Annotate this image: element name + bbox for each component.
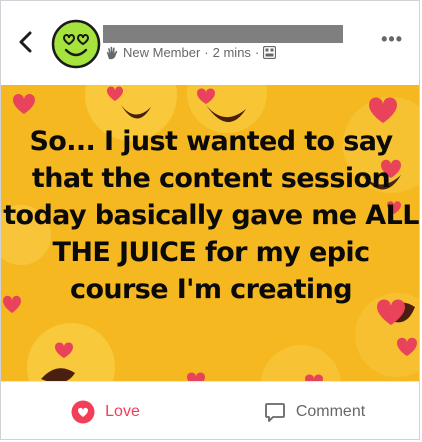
member-badge: New Member <box>123 45 201 60</box>
post-header: New Member · 2 mins · ••• <box>1 1 419 85</box>
meta-separator: · <box>204 45 209 60</box>
back-arrow-icon[interactable] <box>15 27 37 57</box>
heart-icon <box>71 400 95 424</box>
meta-separator-2: · <box>254 45 260 60</box>
avatar[interactable] <box>51 19 101 69</box>
comment-button[interactable]: Comment <box>210 382 419 439</box>
wave-hand-icon <box>106 46 118 59</box>
comment-bubble-icon <box>264 403 285 422</box>
post-text: So... I just wanted to say that the cont… <box>3 126 419 305</box>
author-name-redacted[interactable] <box>103 25 343 43</box>
action-bar: Love Comment <box>1 381 419 439</box>
group-icon[interactable] <box>263 46 277 59</box>
post-time[interactable]: 2 mins <box>213 45 251 60</box>
post-card: New Member · 2 mins · ••• So... I just w… <box>0 0 420 440</box>
love-label: Love <box>105 403 140 420</box>
post-background: So... I just wanted to say that the cont… <box>1 85 419 381</box>
comment-label: Comment <box>295 403 366 420</box>
more-options-icon[interactable]: ••• <box>381 29 403 50</box>
love-button[interactable]: Love <box>1 382 210 439</box>
post-meta: New Member · 2 mins · <box>105 45 277 60</box>
